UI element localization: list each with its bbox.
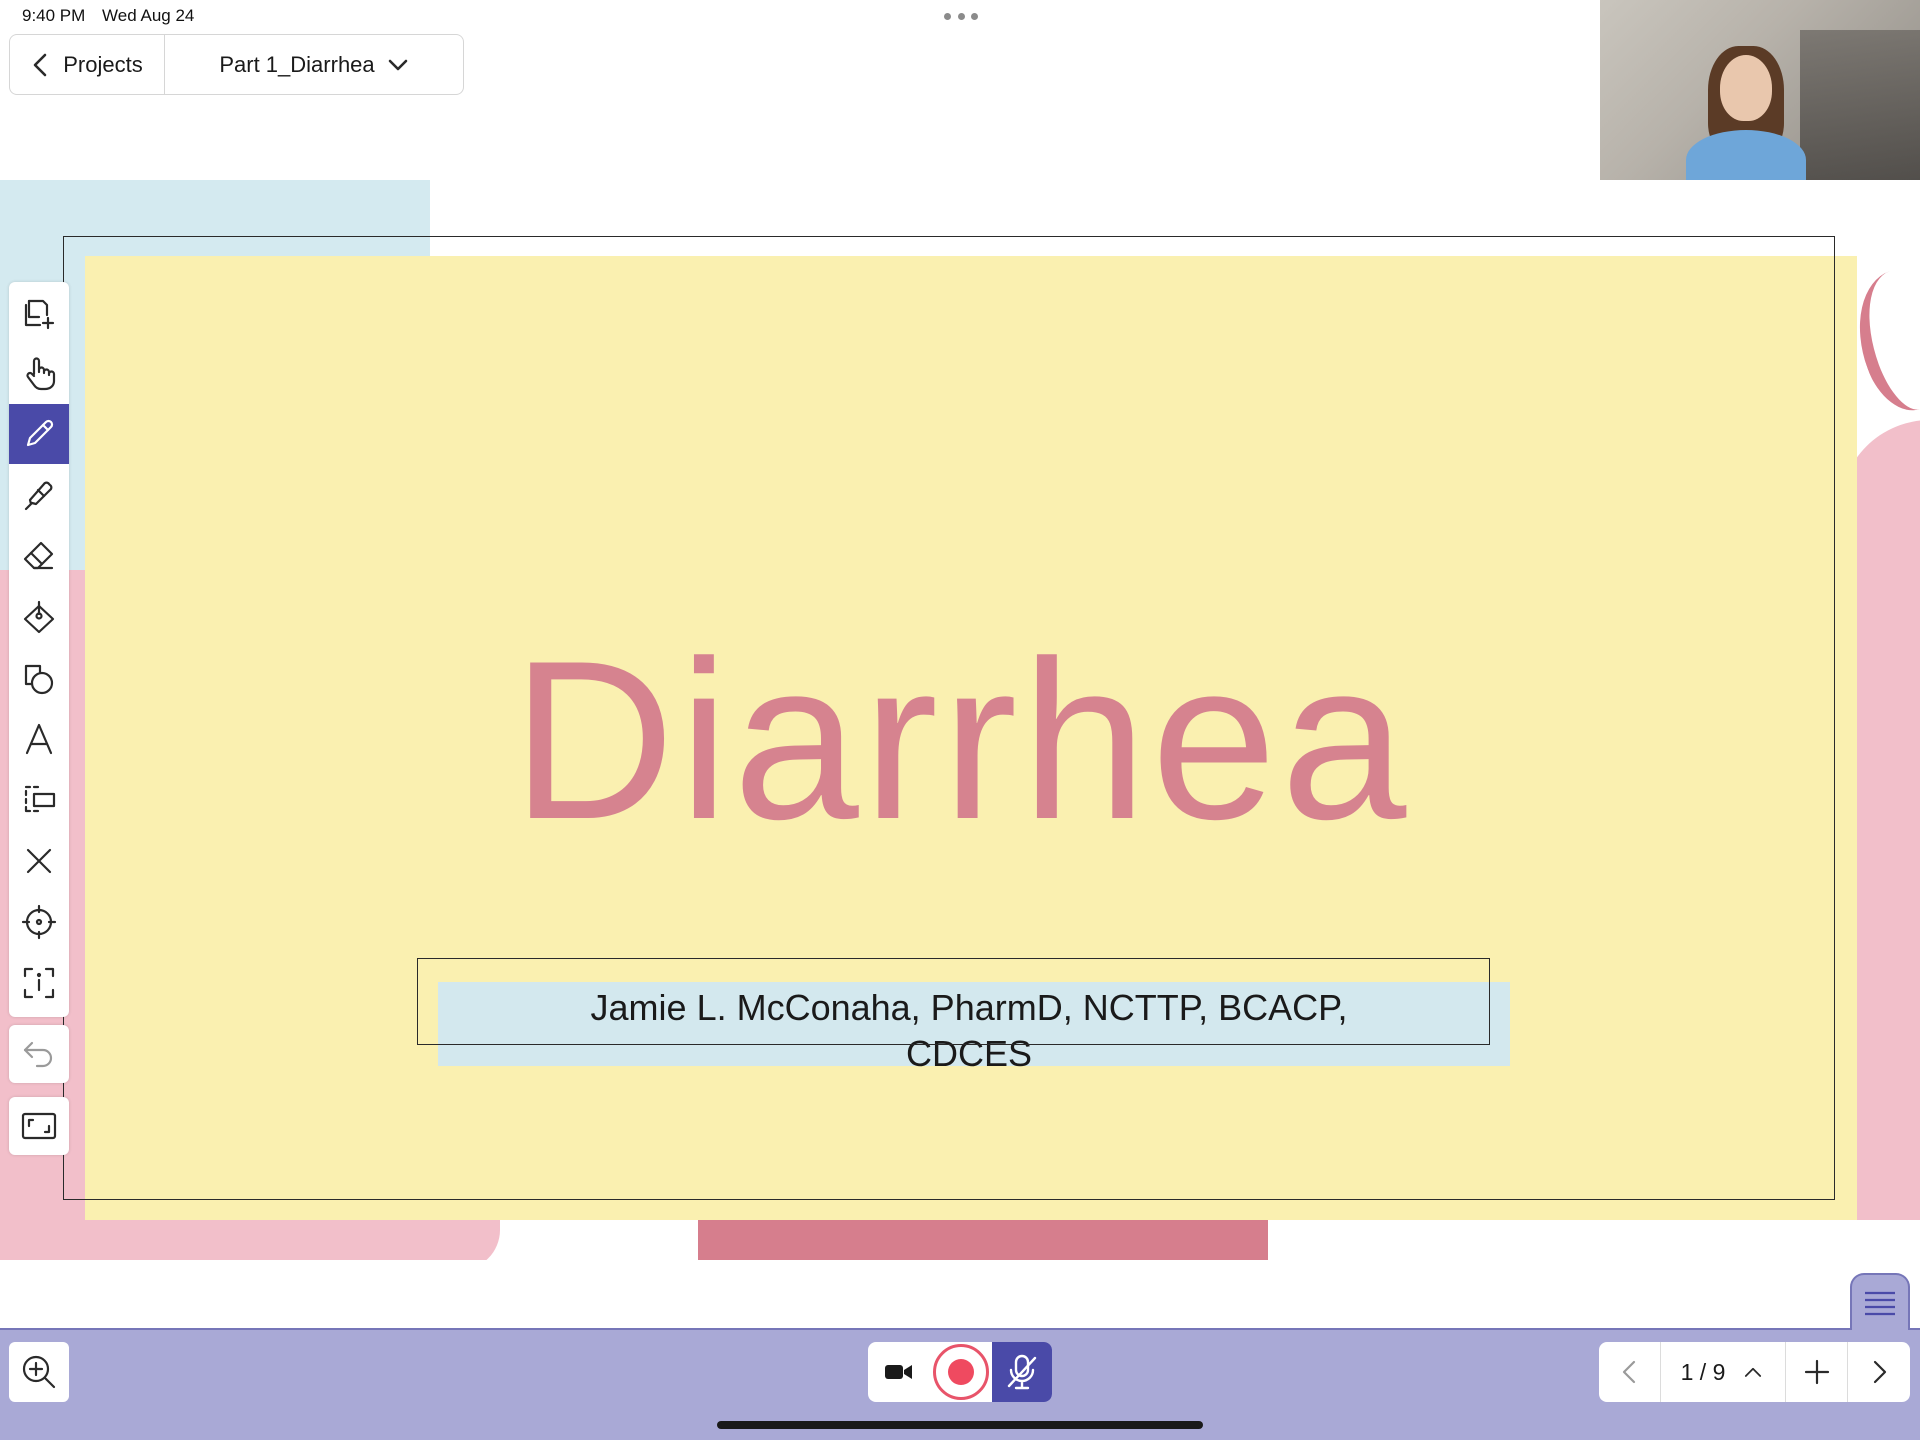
plus-icon (1804, 1359, 1829, 1385)
record-button[interactable] (930, 1342, 992, 1402)
fullscreen-icon (21, 1112, 57, 1140)
project-name: Part 1_Diarrhea (219, 51, 375, 77)
recording-controls (868, 1342, 1052, 1402)
fullscreen-button[interactable] (9, 1097, 69, 1155)
status-time: 9:40 PM (22, 6, 86, 25)
chevron-down-icon (388, 59, 407, 70)
hand-tool-button[interactable] (9, 343, 69, 403)
mic-muted-icon (1007, 1354, 1037, 1390)
highlighter-tool-button[interactable] (9, 465, 69, 525)
record-icon (933, 1344, 989, 1400)
add-page-bottom-button[interactable] (1786, 1342, 1848, 1402)
subtitle-text-box[interactable] (417, 958, 1490, 1045)
laser-pointer-button[interactable] (9, 892, 69, 952)
mic-toggle-button[interactable] (992, 1342, 1052, 1402)
camera-toggle-button[interactable] (868, 1342, 930, 1402)
eraser-icon (23, 541, 54, 570)
menu-tab-button[interactable] (1850, 1273, 1910, 1330)
page-count-text: 1 / 9 (1681, 1359, 1726, 1386)
undo-icon (23, 1041, 53, 1068)
total-pages: 9 (1712, 1358, 1726, 1385)
chevron-left-icon (1622, 1360, 1635, 1384)
chevron-left-icon (33, 53, 47, 76)
chevron-up-icon (1745, 1367, 1762, 1377)
current-page: 1 (1680, 1358, 1694, 1385)
fill-tool-button[interactable] (9, 587, 69, 647)
hand-icon (26, 357, 56, 391)
chevron-right-icon (1873, 1360, 1887, 1384)
shapes-tool-button[interactable] (9, 648, 69, 708)
presenter-face (1720, 55, 1772, 121)
tools-toolbar (9, 282, 69, 1017)
zoom-in-icon (22, 1355, 56, 1389)
highlighter-icon (24, 481, 53, 511)
text-icon (25, 723, 53, 755)
laser-pointer-icon (21, 904, 57, 940)
pen-tool-button[interactable] (9, 404, 69, 464)
webcam-video[interactable] (1600, 0, 1920, 180)
pen-icon (26, 419, 54, 447)
close-icon (26, 848, 52, 874)
video-camera-icon (885, 1365, 912, 1379)
page-navigator: 1 / 9 (1599, 1342, 1910, 1402)
status-bar: 9:40 PM Wed Aug 24 (22, 6, 206, 26)
eraser-tool-button[interactable] (9, 526, 69, 586)
slide-title[interactable]: Diarrhea (85, 610, 1837, 870)
zoom-button[interactable] (9, 1342, 69, 1402)
page-separator: / (1699, 1358, 1707, 1385)
select-tool-button[interactable] (9, 770, 69, 830)
menu-icon (1865, 1291, 1895, 1315)
shapes-icon (24, 664, 54, 695)
top-nav: Projects Part 1_Diarrhea (9, 34, 464, 95)
more-dots-icon[interactable] (944, 10, 978, 22)
info-scan-icon (23, 967, 55, 999)
video-background (1800, 30, 1920, 180)
page-counter[interactable]: 1 / 9 (1661, 1342, 1786, 1402)
add-page-icon (24, 299, 55, 330)
home-indicator[interactable] (717, 1421, 1203, 1429)
status-date: Wed Aug 24 (102, 6, 195, 25)
close-tool-button[interactable] (9, 831, 69, 891)
info-scan-button[interactable] (9, 953, 69, 1013)
add-page-button[interactable] (9, 282, 69, 342)
projects-back-button[interactable]: Projects (10, 35, 165, 94)
fill-icon (23, 600, 55, 634)
presenter-body (1686, 130, 1806, 180)
next-page-button[interactable] (1848, 1342, 1910, 1402)
projects-label: Projects (63, 51, 143, 77)
undo-button[interactable] (9, 1025, 69, 1083)
prev-page-button[interactable] (1599, 1342, 1661, 1402)
project-dropdown[interactable]: Part 1_Diarrhea (165, 35, 463, 94)
text-tool-button[interactable] (9, 709, 69, 769)
select-icon (24, 785, 56, 813)
